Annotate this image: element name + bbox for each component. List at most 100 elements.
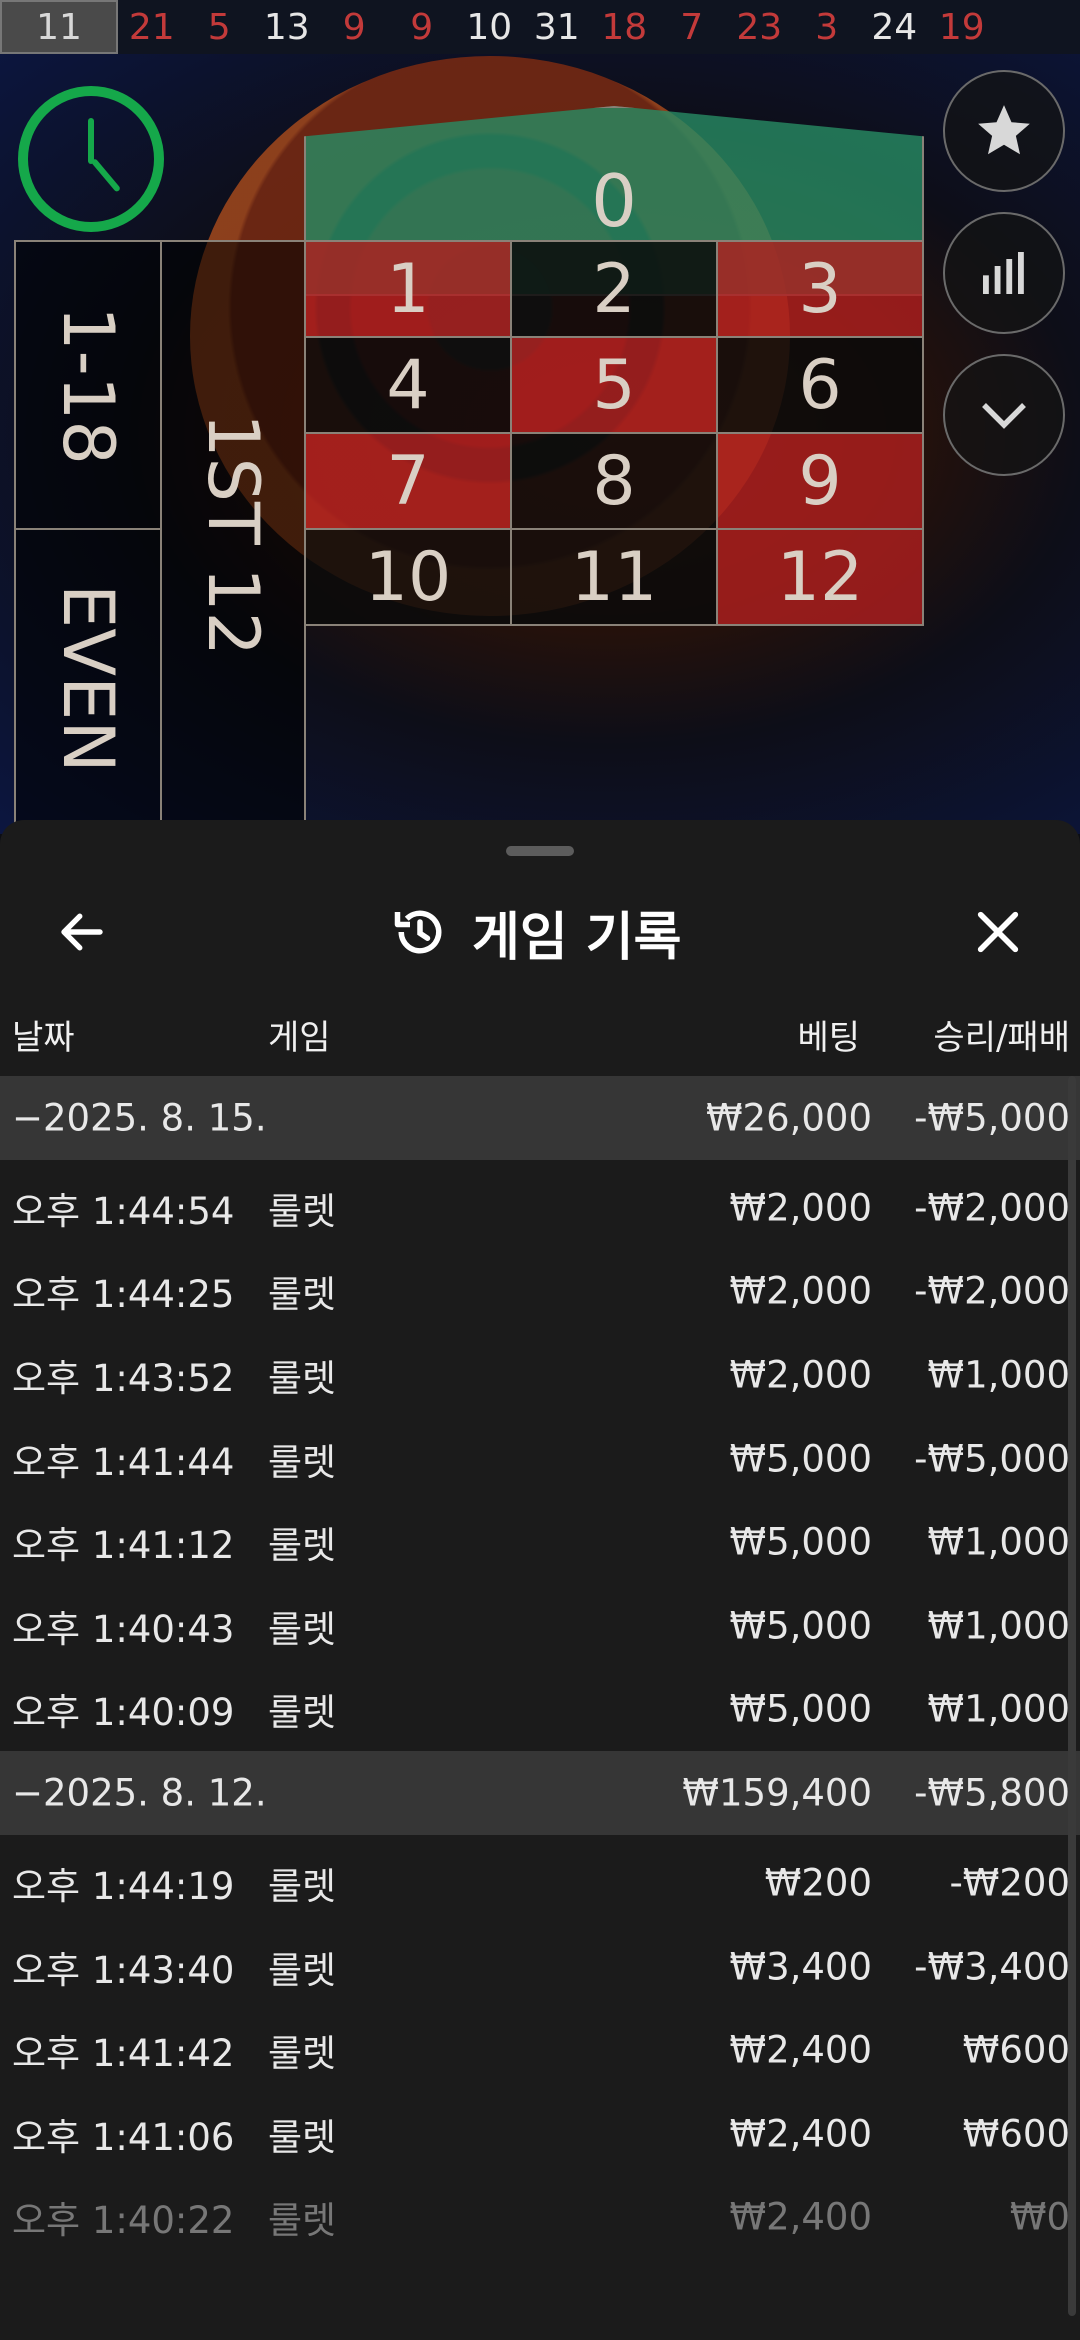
row-time: 오후 1:43:52 <box>12 1356 235 1400</box>
row-result: ₩1,000 <box>927 1353 1070 1397</box>
bet-number-3[interactable]: 3 <box>716 240 924 338</box>
bet-number-11[interactable]: 11 <box>510 528 718 626</box>
result-number: 9 <box>342 6 366 48</box>
sheet-drag-handle[interactable] <box>506 846 574 856</box>
column-header-date: 날짜 <box>12 1018 75 1058</box>
row-result: -₩3,400 <box>914 1945 1070 1989</box>
row-result: -₩200 <box>949 1861 1070 1905</box>
back-button[interactable] <box>50 900 114 964</box>
row-game: 룰렛 <box>268 1607 337 1651</box>
row-bet: ₩2,400 <box>729 2112 872 2156</box>
row-bet: ₩2,400 <box>729 2195 872 2239</box>
row-time: 오후 1:41:12 <box>12 1524 235 1568</box>
history-row[interactable]: 오후 1:40:09 룰렛 ₩5,000 ₩1,000 <box>0 1668 1080 1752</box>
star-icon <box>978 105 1030 155</box>
history-row[interactable]: 오후 1:41:06 룰렛 ₩2,400 ₩600 <box>0 2092 1080 2176</box>
collapse-button[interactable] <box>943 354 1065 476</box>
bet-even[interactable]: EVEN <box>14 528 162 828</box>
row-bet: ₩2,000 <box>729 1269 872 1313</box>
bet-low-1-18[interactable]: 1-18 <box>14 240 162 530</box>
bet-number-9[interactable]: 9 <box>716 432 924 530</box>
back-arrow-icon <box>61 913 103 951</box>
history-row[interactable]: 오후 1:40:43 룰렛 ₩5,000 ₩1,000 <box>0 1584 1080 1668</box>
bet-number-2[interactable]: 2 <box>510 240 718 338</box>
bet-number-12[interactable]: 12 <box>716 528 924 626</box>
row-result: ₩600 <box>962 2028 1070 2072</box>
row-result: ₩1,000 <box>927 1520 1070 1564</box>
row-time: 오후 1:40:09 <box>12 1691 235 1735</box>
row-game: 룰렛 <box>268 2199 337 2243</box>
row-bet: ₩5,000 <box>729 1520 872 1564</box>
bet-number-5[interactable]: 5 <box>510 336 718 434</box>
bet-first-dozen[interactable]: 1ST 12 <box>160 240 306 830</box>
sheet-title: 게임 기록 <box>472 907 682 968</box>
row-bet: ₩2,000 <box>729 1353 872 1397</box>
row-result: -₩2,000 <box>914 1186 1070 1230</box>
table-column-headers: 날짜 게임 베팅 승리/패배 <box>0 1010 1080 1070</box>
history-row[interactable]: 오후 1:40:22 룰렛 ₩2,400 ₩0 <box>0 2176 1080 2260</box>
bet-number-6[interactable]: 6 <box>716 336 924 434</box>
row-time: 오후 1:40:43 <box>12 1607 235 1651</box>
row-result: -₩2,000 <box>914 1269 1070 1313</box>
scrollbar[interactable] <box>1068 1076 1076 2316</box>
column-header-bet: 베팅 <box>797 1018 860 1058</box>
result-number: 18 <box>601 6 648 48</box>
date-group-row[interactable]: −2025. 8. 12. ₩159,400 -₩5,800 <box>0 1751 1080 1836</box>
sheet-header: 게임 기록 <box>0 880 1080 984</box>
result-number: 7 <box>680 6 704 48</box>
result-number: 21 <box>128 6 175 48</box>
row-bet: ₩5,000 <box>729 1604 872 1648</box>
bet-number-10[interactable]: 10 <box>304 528 512 626</box>
statistics-button[interactable] <box>943 212 1065 334</box>
row-time: 오후 1:43:40 <box>12 1948 235 1992</box>
history-list: −2025. 8. 15. ₩26,000 -₩5,000 오후 1:44:54 룰렛 ₩… <box>0 1076 1080 2259</box>
row-game: 룰렛 <box>268 1356 337 1400</box>
row-game: 룰렛 <box>268 1524 337 1568</box>
close-button[interactable] <box>966 900 1030 964</box>
bet-number-8[interactable]: 8 <box>510 432 718 530</box>
row-game: 룰렛 <box>268 1948 337 1992</box>
result-number: 13 <box>263 6 310 48</box>
history-row[interactable]: 오후 1:44:19 룰렛 ₩200 -₩200 <box>0 1841 1080 1925</box>
date-group-row[interactable]: −2025. 8. 15. ₩26,000 -₩5,000 <box>0 1076 1080 1160</box>
row-game: 룰렛 <box>268 1273 337 1317</box>
bet-number-7[interactable]: 7 <box>304 432 512 530</box>
result-number: 23 <box>736 6 783 48</box>
history-row[interactable]: 오후 1:41:12 룰렛 ₩5,000 ₩1,000 <box>0 1500 1080 1584</box>
row-bet: ₩200 <box>764 1861 872 1905</box>
group-date: −2025. 8. 12. <box>12 1771 267 1815</box>
row-game: 룰렛 <box>268 1440 337 1484</box>
group-bet-total: ₩159,400 <box>682 1771 872 1815</box>
result-number: 24 <box>871 6 918 48</box>
bet-number-4[interactable]: 4 <box>304 336 512 434</box>
result-number: 5 <box>207 6 231 48</box>
history-row[interactable]: 오후 1:43:52 룰렛 ₩2,000 ₩1,000 <box>0 1333 1080 1417</box>
row-time: 오후 1:44:25 <box>12 1273 235 1317</box>
history-row[interactable]: 오후 1:41:44 룰렛 ₩5,000 -₩5,000 <box>0 1417 1080 1501</box>
game-history-sheet: 게임 기록 날짜 게임 베팅 승리/패배 −2025. 8. 15. ₩26,00… <box>0 820 1080 2340</box>
row-bet: ₩2,400 <box>729 2028 872 2072</box>
timer-icon <box>18 86 164 232</box>
history-icon <box>394 910 442 954</box>
history-row[interactable]: 오후 1:44:54 룰렛 ₩2,000 -₩2,000 <box>0 1166 1080 1250</box>
close-icon <box>977 911 1019 953</box>
favorites-button[interactable] <box>943 70 1065 192</box>
bet-number-1[interactable]: 1 <box>304 240 512 338</box>
row-game: 룰렛 <box>268 2115 337 2159</box>
row-time: 오후 1:41:44 <box>12 1440 235 1484</box>
chevron-down-icon <box>982 403 1026 429</box>
row-game: 룰렛 <box>268 1691 337 1735</box>
statistics-icon <box>983 252 1024 294</box>
row-time: 오후 1:44:19 <box>12 1864 235 1908</box>
history-row[interactable]: 오후 1:41:42 룰렛 ₩2,400 ₩600 <box>0 2008 1080 2092</box>
column-header-game: 게임 <box>268 1018 331 1058</box>
row-bet: ₩5,000 <box>729 1687 872 1731</box>
recent-results-strip: 11 21 5 13 9 9 10 31 18 7 23 3 24 19 <box>0 0 1080 54</box>
result-number: 3 <box>815 6 839 48</box>
row-game: 룰렛 <box>268 2032 337 2076</box>
row-time: 오후 1:40:22 <box>12 2199 235 2243</box>
result-number: 31 <box>533 6 580 48</box>
group-result-total: -₩5,800 <box>914 1771 1070 1815</box>
history-row[interactable]: 오후 1:44:25 룰렛 ₩2,000 -₩2,000 <box>0 1250 1080 1334</box>
history-row[interactable]: 오후 1:43:40 룰렛 ₩3,400 -₩3,400 <box>0 1925 1080 2009</box>
